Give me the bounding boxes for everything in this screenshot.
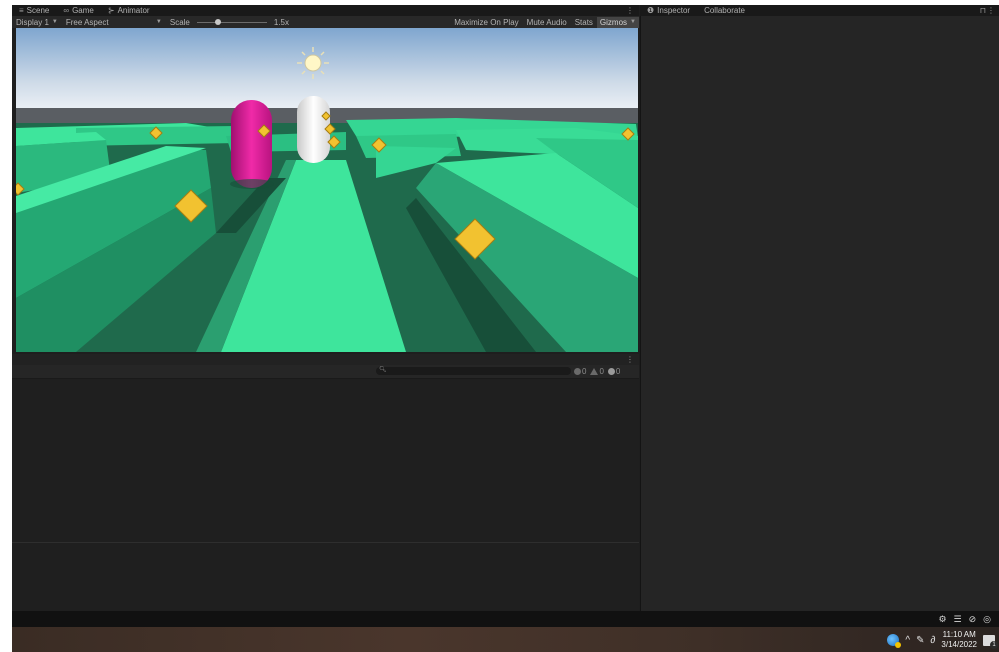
- game-view[interactable]: [16, 28, 638, 352]
- layers-icon[interactable]: ☰: [954, 614, 962, 625]
- inspector-panel-menu-icon[interactable]: ⋮: [987, 6, 995, 15]
- tab-collaborate-label: Collaborate: [704, 6, 745, 15]
- scale-value: 1.5x: [273, 17, 289, 27]
- warning-icon: [590, 368, 599, 375]
- no-network-icon[interactable]: ⊘: [969, 614, 977, 625]
- notification-center-icon[interactable]: 1: [983, 634, 998, 649]
- tab-game[interactable]: ∞ Game: [56, 5, 101, 16]
- console-log-list[interactable]: [12, 379, 639, 543]
- console-panel-menu-icon[interactable]: ⋮: [626, 355, 634, 364]
- scale-slider[interactable]: [196, 18, 267, 25]
- status-bar: ⚙ ☰ ⊘ ◎: [12, 611, 999, 627]
- console-search-input[interactable]: 🔍︎: [376, 367, 571, 375]
- clock-date: 3/14/2022: [941, 640, 977, 649]
- stats-toggle[interactable]: Stats: [571, 18, 597, 27]
- stats-label: Stats: [574, 17, 593, 27]
- scale-slider-handle[interactable]: [214, 18, 221, 25]
- editor-status-icons: ⚙ ☰ ⊘ ◎: [938, 614, 991, 625]
- error-count-toggle[interactable]: 0: [607, 367, 621, 376]
- gizmos-toggle[interactable]: Gizmos ▼: [596, 16, 639, 28]
- gamepad-icon: ∞: [63, 6, 70, 15]
- gizmos-label: Gizmos: [599, 17, 628, 27]
- hamburger-icon: ≡: [19, 6, 24, 15]
- aspect-label: Free Aspect: [65, 17, 109, 27]
- console-detail-pane[interactable]: [12, 543, 639, 611]
- chevron-down-icon[interactable]: ▼: [630, 19, 636, 25]
- tab-scene[interactable]: ≡ Scene: [12, 5, 56, 16]
- player-shadow: [230, 179, 274, 189]
- notification-count: 1: [990, 640, 998, 649]
- chevron-up-icon[interactable]: ^: [905, 635, 910, 646]
- warning-count-toggle[interactable]: 0: [590, 367, 604, 376]
- scale-label: Scale: [169, 17, 190, 27]
- pen-icon[interactable]: ✎: [916, 635, 924, 646]
- unity-editor-window: ≡ Scene ∞ Game ⊱ Animator ⋮ ❶ Inspector …: [12, 5, 999, 652]
- info-count-toggle[interactable]: 0: [574, 367, 586, 376]
- error-icon: [607, 368, 615, 375]
- display-dropdown[interactable]: Display 1 ▼: [12, 18, 62, 27]
- bug-icon[interactable]: ⚙: [938, 614, 946, 625]
- tab-inspector-label: Inspector: [657, 6, 691, 15]
- tab-inspector[interactable]: ❶ Inspector: [640, 5, 697, 16]
- mute-audio-toggle[interactable]: Mute Audio: [523, 18, 571, 27]
- maximize-on-play-toggle[interactable]: Maximize On Play: [450, 18, 522, 27]
- info-count: 0: [582, 367, 587, 376]
- tab-animator-label: Animator: [117, 6, 150, 15]
- warning-count: 0: [599, 367, 604, 376]
- link-icon[interactable]: ∂: [930, 635, 935, 646]
- aspect-dropdown[interactable]: Free Aspect ▼: [62, 18, 166, 27]
- tab-game-label: Game: [72, 6, 94, 15]
- console-tab-bar: ⋮: [12, 354, 639, 365]
- inspector-tab-bar: ❶ Inspector Collaborate ⊓ ⋮: [640, 5, 999, 16]
- display-label: Display 1: [16, 17, 49, 27]
- windows-taskbar: ⚙ ☰ ⊘ ◎ ^ ✎ ∂ 11:10 AM 3/14/2022 1: [12, 611, 999, 652]
- game-render: [16, 28, 638, 352]
- console-counts: 0 0 0: [574, 365, 620, 378]
- clock-time: 11:10 AM: [942, 630, 976, 639]
- player-capsule: [231, 100, 272, 188]
- scene-tab-bar: ≡ Scene ∞ Game ⊱ Animator ⋮: [12, 5, 639, 16]
- tab-animator[interactable]: ⊱ Animator: [101, 5, 157, 16]
- scene-panel-menu-icon[interactable]: ⋮: [626, 6, 634, 15]
- scale-control[interactable]: Scale 1.5x: [166, 18, 293, 27]
- lock-icon[interactable]: ⊓: [980, 6, 986, 15]
- info-icon: ❶: [647, 6, 655, 15]
- search-icon: 🔍︎: [379, 367, 387, 373]
- error-count: 0: [615, 367, 621, 376]
- game-toolbar: Display 1 ▼ Free Aspect ▼ Scale 1.5x Max…: [12, 16, 639, 28]
- tab-scene-label: Scene: [26, 6, 50, 15]
- chevron-down-icon: ▼: [155, 19, 162, 25]
- mute-audio-label: Mute Audio: [526, 17, 567, 27]
- console-toolbar: 🔍︎ 0 0 0: [12, 365, 639, 379]
- network-globe-icon[interactable]: [887, 634, 902, 648]
- maximize-on-play-label: Maximize On Play: [454, 17, 519, 27]
- tab-collaborate[interactable]: Collaborate: [697, 5, 752, 16]
- info-icon: [574, 368, 581, 375]
- clock[interactable]: 11:10 AM 3/14/2022: [941, 630, 977, 650]
- inspector-panel[interactable]: [640, 16, 999, 611]
- chevron-down-icon: ▼: [51, 19, 58, 25]
- system-tray: ^ ✎ ∂ 11:10 AM 3/14/2022 1: [887, 628, 998, 652]
- check-circle-icon[interactable]: ◎: [983, 614, 991, 625]
- animator-icon: ⊱: [107, 6, 115, 15]
